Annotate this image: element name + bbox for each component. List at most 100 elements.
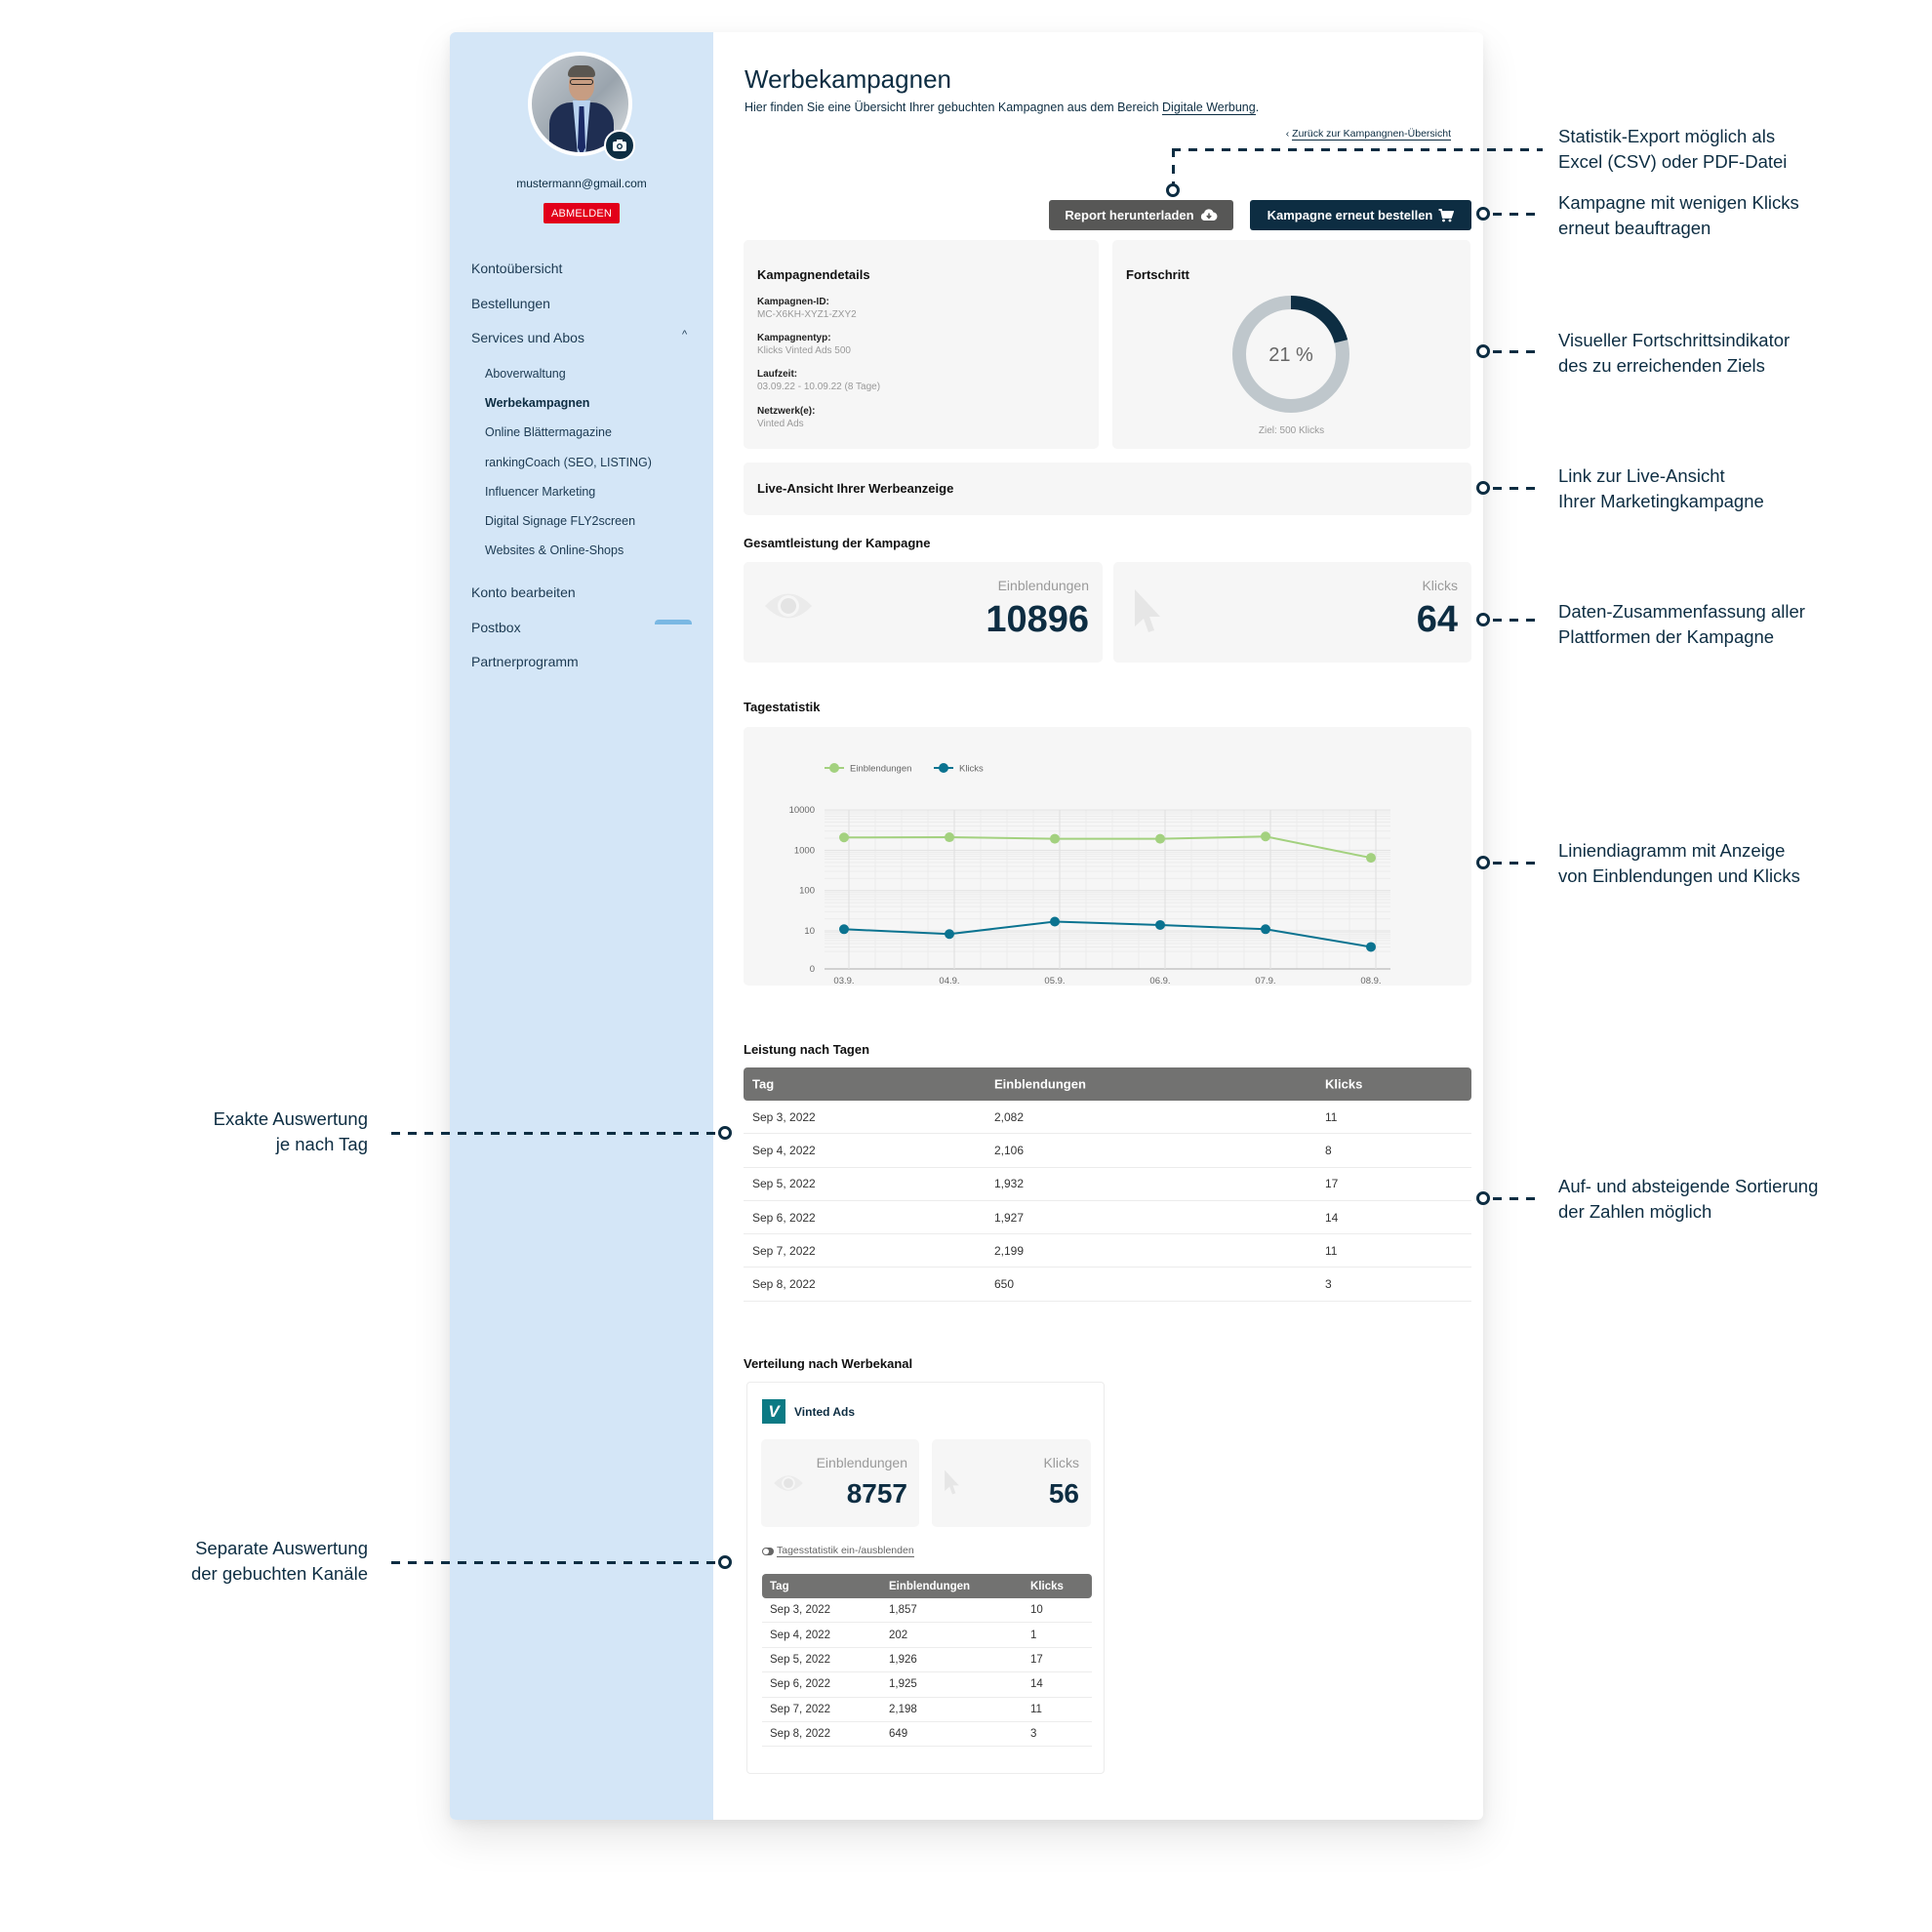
column-header-klicks[interactable]: Klicks	[1325, 1077, 1362, 1092]
daily-stats-toggle[interactable]: Tagesstatistik ein-/ausblenden	[762, 1545, 914, 1557]
legend-label: Einblendungen	[850, 764, 911, 775]
clicks-label: Klicks	[1422, 578, 1458, 593]
cell-einblendungen: 2,106	[994, 1143, 1025, 1157]
table-row: Sep 6, 2022 1,927 14	[744, 1201, 1471, 1235]
logout-button[interactable]: ABMELDEN	[543, 203, 620, 223]
cell-tag: Sep 3, 2022	[770, 1604, 831, 1617]
cell-einblendungen: 2,199	[994, 1243, 1025, 1258]
annotation-line: des zu erreichenden Ziels	[1558, 355, 1765, 376]
x-tick-label: 06.9.	[1149, 976, 1170, 986]
sidebar-subitem-influencer-marketing[interactable]: Influencer Marketing	[485, 485, 595, 499]
chart-section-title: Tagestatistik	[744, 700, 821, 714]
sidebar-item-bestellungen[interactable]: Bestellungen	[471, 296, 550, 311]
annotation-connector	[1172, 148, 1543, 151]
channel-clicks-value: 56	[1048, 1478, 1079, 1509]
cell-klicks: 8	[1325, 1143, 1332, 1157]
sidebar-subitem-aboverwaltung[interactable]: Aboverwaltung	[485, 367, 566, 381]
cell-klicks: 14	[1030, 1678, 1043, 1691]
column-header-klicks[interactable]: Klicks	[1030, 1581, 1064, 1592]
annotation-line: der gebuchten Kanäle	[190, 1563, 368, 1584]
cell-klicks: 1	[1030, 1629, 1037, 1641]
user-email: mustermann@gmail.com	[516, 177, 647, 190]
detail-campaign-type: Kampagnentyp: Klicks Vinted Ads 500	[757, 333, 851, 356]
change-photo-button[interactable]	[604, 130, 635, 161]
table-row: Sep 5, 2022 1,926 17	[762, 1648, 1092, 1673]
y-tick-label: 1000	[794, 845, 815, 856]
table-row: Sep 7, 2022 2,199 11	[744, 1234, 1471, 1268]
digitale-werbung-link[interactable]: Digitale Werbung	[1162, 101, 1256, 115]
chart-legend: Einblendungen Klicks	[825, 763, 984, 775]
cell-tag: Sep 4, 2022	[770, 1629, 831, 1641]
column-header-einblendungen[interactable]: Einblendungen	[994, 1077, 1086, 1092]
cell-tag: Sep 4, 2022	[752, 1143, 816, 1157]
annotation-marker	[718, 1126, 732, 1140]
sidebar-subitem-digital-signage[interactable]: Digital Signage FLY2screen	[485, 514, 635, 528]
channel-impressions-value: 8757	[846, 1478, 907, 1509]
cell-einblendungen: 1,925	[889, 1678, 917, 1691]
sidebar-item-services-und-abos[interactable]: Services und Abos	[471, 330, 584, 345]
annotation-line: der Zahlen möglich	[1558, 1201, 1712, 1222]
sidebar-subitem-rankingcoach[interactable]: rankingCoach (SEO, LISTING)	[485, 456, 652, 469]
detail-label: Laufzeit:	[757, 369, 798, 380]
live-view-link[interactable]: Live-Ansicht Ihrer Werbeanzeige	[744, 463, 1471, 515]
reorder-campaign-button[interactable]: Kampagne erneut bestellen	[1250, 200, 1471, 230]
annotation-marker	[1476, 207, 1490, 221]
sidebar-subitem-online-blaettermagazine[interactable]: Online Blättermagazine	[485, 425, 612, 439]
annotation-connector	[1493, 350, 1543, 353]
table-row: Sep 8, 2022 649 3	[762, 1722, 1092, 1748]
sidebar-item-partnerprogramm[interactable]: Partnerprogramm	[471, 654, 579, 669]
y-tick-label: 10000	[789, 805, 815, 816]
vinted-logo-icon: V	[762, 1399, 785, 1424]
data-point-klicks	[1366, 942, 1376, 952]
data-point-einblendungen	[1261, 831, 1270, 842]
sidebar-item-konto-bearbeiten[interactable]: Konto bearbeiten	[471, 584, 576, 600]
sidebar-item-postbox[interactable]: Postbox	[471, 620, 521, 635]
cell-klicks: 17	[1325, 1177, 1339, 1191]
progress-goal: Ziel: 500 Klicks	[1258, 425, 1325, 436]
progress-panel: Fortschritt 21 % Ziel: 500 Klicks	[1112, 240, 1470, 449]
sidebar-subitem-werbekampagnen[interactable]: Werbekampagnen	[485, 396, 589, 410]
annotation-summary: Daten-Zusammenfassung aller Plattformen …	[1558, 599, 1805, 650]
channel-impressions-label: Einblendungen	[816, 1455, 907, 1470]
page-subtitle: Hier finden Sie eine Übersicht Ihrer geb…	[745, 101, 1259, 115]
column-header-tag[interactable]: Tag	[752, 1077, 774, 1092]
eye-icon	[765, 593, 812, 619]
annotation-connector	[1493, 619, 1543, 622]
sidebar-item-kontouebersicht[interactable]: Kontoübersicht	[471, 261, 562, 276]
data-point-klicks	[1050, 916, 1060, 927]
annotation-connector	[1172, 148, 1175, 185]
annotation-connector	[1493, 487, 1543, 490]
column-header-einblendungen[interactable]: Einblendungen	[889, 1581, 970, 1592]
reorder-label: Kampagne erneut bestellen	[1267, 208, 1433, 222]
table-header: Tag Einblendungen Klicks	[762, 1574, 1092, 1598]
cell-klicks: 10	[1030, 1604, 1043, 1617]
cell-tag: Sep 7, 2022	[752, 1243, 816, 1258]
detail-value: Klicks Vinted Ads 500	[757, 345, 851, 356]
table-row: Sep 5, 2022 1,932 17	[744, 1168, 1471, 1201]
annotation-line: Auf- und absteigende Sortierung	[1558, 1176, 1819, 1196]
download-report-button[interactable]: Report herunterladen	[1049, 200, 1233, 230]
annotation-line: Excel (CSV) oder PDF-Datei	[1558, 151, 1788, 172]
annotation-marker	[1166, 183, 1180, 197]
impressions-label: Einblendungen	[997, 578, 1089, 593]
x-tick-label: 05.9.	[1044, 976, 1065, 986]
column-header-tag[interactable]: Tag	[770, 1581, 789, 1592]
live-view-label: Live-Ansicht Ihrer Werbeanzeige	[757, 481, 954, 496]
back-to-overview-link[interactable]: ‹ Zurück zur Kampangnen-Übersicht	[1286, 128, 1451, 141]
postbox-badge	[655, 620, 692, 624]
detail-label: Kampagnen-ID:	[757, 297, 829, 307]
annotation-export: Statistik-Export möglich als Excel (CSV)…	[1558, 124, 1787, 175]
cell-tag: Sep 3, 2022	[752, 1109, 816, 1124]
annotation-daily: Exakte Auswertung je nach Tag	[214, 1107, 368, 1157]
chevron-up-icon[interactable]: ^	[682, 329, 687, 341]
sidebar-subitem-websites-shops[interactable]: Websites & Online-Shops	[485, 543, 624, 557]
toggle-label: Tagesstatistik ein-/ausblenden	[777, 1545, 914, 1557]
annotation-marker	[718, 1555, 732, 1569]
page-card: mustermann@gmail.com ABMELDEN Kontoübers…	[450, 32, 1483, 1820]
annotation-marker	[1476, 481, 1490, 495]
page-title: Werbekampagnen	[745, 64, 951, 94]
cell-einblendungen: 1,926	[889, 1653, 917, 1666]
progress-donut: 21 %	[1232, 296, 1349, 413]
cell-klicks: 3	[1325, 1277, 1332, 1292]
clicks-value: 64	[1416, 599, 1458, 640]
